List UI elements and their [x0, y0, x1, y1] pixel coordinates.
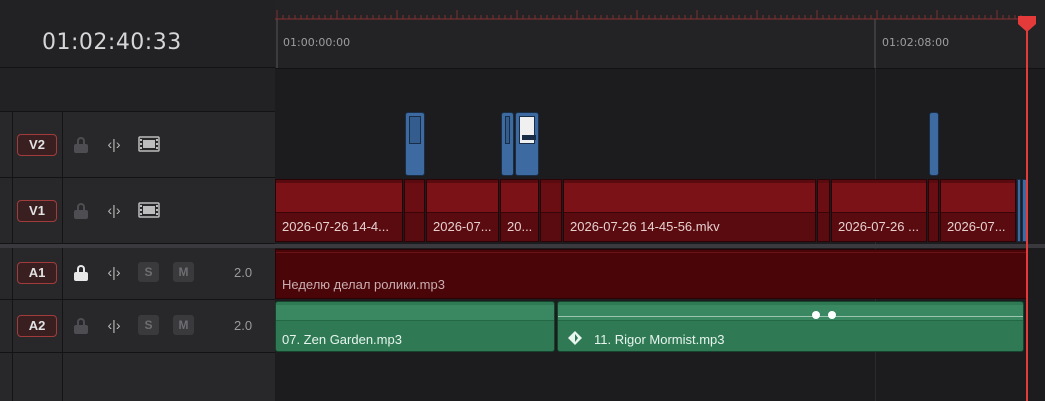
- lock-icon[interactable]: [74, 203, 88, 219]
- ruler-label-mark: 01:02:08:00: [882, 36, 950, 49]
- track-level: 2.0: [234, 318, 253, 333]
- solo-button[interactable]: S: [138, 315, 159, 335]
- v2-clip[interactable]: [515, 112, 539, 176]
- track-label-v2[interactable]: V2: [17, 134, 57, 156]
- divider: [12, 300, 13, 352]
- video-clip[interactable]: [817, 179, 830, 242]
- divider: [62, 112, 63, 177]
- video-clip[interactable]: 2026-07-26 14-4...: [275, 179, 403, 242]
- timeline-area[interactable]: 01:00:00:00 01:02:08:00 2026-07-26 14-4.…: [275, 0, 1045, 401]
- ruler-label-start: 01:00:00:00: [283, 36, 351, 49]
- lane-v2[interactable]: [275, 112, 1045, 178]
- keyframe-dot[interactable]: [812, 311, 820, 319]
- v2-clip[interactable]: [929, 112, 939, 176]
- video-clip[interactable]: [928, 179, 939, 242]
- divider: [12, 178, 13, 243]
- v2-clip[interactable]: [405, 112, 425, 176]
- lock-icon[interactable]: [74, 137, 88, 153]
- track-label-a2[interactable]: A2: [17, 315, 57, 337]
- timecode-panel: 01:02:40:33: [0, 0, 275, 68]
- lock-icon[interactable]: [74, 265, 88, 281]
- divider: [12, 248, 13, 299]
- divider: [12, 112, 13, 177]
- video-clip-sliver[interactable]: [1017, 179, 1021, 242]
- clip-name: 2026-07-26 ...: [838, 219, 919, 234]
- trim-icon[interactable]: ‹|›: [103, 135, 125, 153]
- audio-clip[interactable]: 11. Rigor Mormist.mp3: [557, 301, 1024, 352]
- video-clip[interactable]: 2026-07...: [426, 179, 499, 242]
- clip-name: 2026-07-26 14-45-56.mkv: [570, 219, 720, 234]
- keyframe-diamond-icon[interactable]: [568, 331, 582, 345]
- trim-icon[interactable]: ‹|›: [103, 263, 125, 281]
- solo-button[interactable]: S: [138, 262, 159, 282]
- track-label-a1[interactable]: A1: [17, 262, 57, 284]
- mute-button[interactable]: M: [173, 262, 194, 282]
- divider: [62, 353, 63, 401]
- divider: [62, 178, 63, 243]
- divider: [62, 300, 63, 352]
- video-clip[interactable]: 2026-07-26 ...: [831, 179, 927, 242]
- track-header-v2: V2 ‹|›: [0, 112, 275, 178]
- film-strip-icon[interactable]: [138, 136, 160, 152]
- clip-name: 07. Zen Garden.mp3: [282, 332, 402, 347]
- header-empty: [0, 353, 275, 401]
- lane-v1[interactable]: 2026-07-26 14-4... 2026-07... 20... 2026…: [275, 178, 1045, 244]
- track-header-a2: A2 ‹|› S M 2.0: [0, 300, 275, 353]
- lane-a1[interactable]: Неделю делал ролики.mp3: [275, 248, 1045, 300]
- v2-clip[interactable]: [501, 112, 514, 176]
- trim-icon[interactable]: ‹|›: [103, 316, 125, 334]
- timecode-ruler[interactable]: 01:00:00:00 01:02:08:00: [275, 0, 1045, 69]
- audio-clip[interactable]: 07. Zen Garden.mp3: [275, 301, 555, 352]
- track-header-v1: V1 ‹|›: [0, 178, 275, 244]
- header-spacer: [0, 68, 275, 112]
- video-clip[interactable]: 20...: [500, 179, 539, 242]
- playhead-line[interactable]: [1026, 22, 1028, 401]
- mute-button[interactable]: M: [173, 315, 194, 335]
- divider: [62, 248, 63, 299]
- video-clip[interactable]: 2026-07...: [940, 179, 1016, 242]
- video-clip[interactable]: 2026-07-26 14-45-56.mkv: [563, 179, 816, 242]
- track-label-v1[interactable]: V1: [17, 200, 57, 222]
- film-strip-icon[interactable]: [138, 202, 160, 218]
- audio-clip[interactable]: Неделю делал ролики.mp3: [275, 249, 1027, 299]
- clip-name: 20...: [507, 219, 533, 234]
- keyframe-dot[interactable]: [828, 311, 836, 319]
- clip-name: Неделю делал ролики.mp3: [282, 277, 445, 292]
- timecode-display[interactable]: 01:02:40:33: [42, 30, 182, 55]
- clip-name: 2026-07-26 14-4...: [282, 219, 389, 234]
- video-clip[interactable]: [404, 179, 425, 242]
- track-header-column: 01:02:40:33 V2 ‹|› V1 ‹|› A1 ‹|› S M 2.0…: [0, 0, 275, 401]
- clip-name: 2026-07...: [433, 219, 492, 234]
- divider: [12, 353, 13, 401]
- video-clip[interactable]: [540, 179, 562, 242]
- trim-icon[interactable]: ‹|›: [103, 201, 125, 219]
- clip-name: 2026-07...: [947, 219, 1006, 234]
- ruler-ticks: [275, 10, 1027, 68]
- timeline-editor: 01:02:40:33 V2 ‹|› V1 ‹|› A1 ‹|› S M 2.0…: [0, 0, 1045, 401]
- lane-a2[interactable]: 07. Zen Garden.mp3 11. Rigor Mormist.mp3: [275, 300, 1045, 353]
- lock-icon[interactable]: [74, 318, 88, 334]
- track-level: 2.0: [234, 265, 253, 280]
- track-header-a1: A1 ‹|› S M 2.0: [0, 248, 275, 300]
- clip-name: 11. Rigor Mormist.mp3: [594, 332, 725, 347]
